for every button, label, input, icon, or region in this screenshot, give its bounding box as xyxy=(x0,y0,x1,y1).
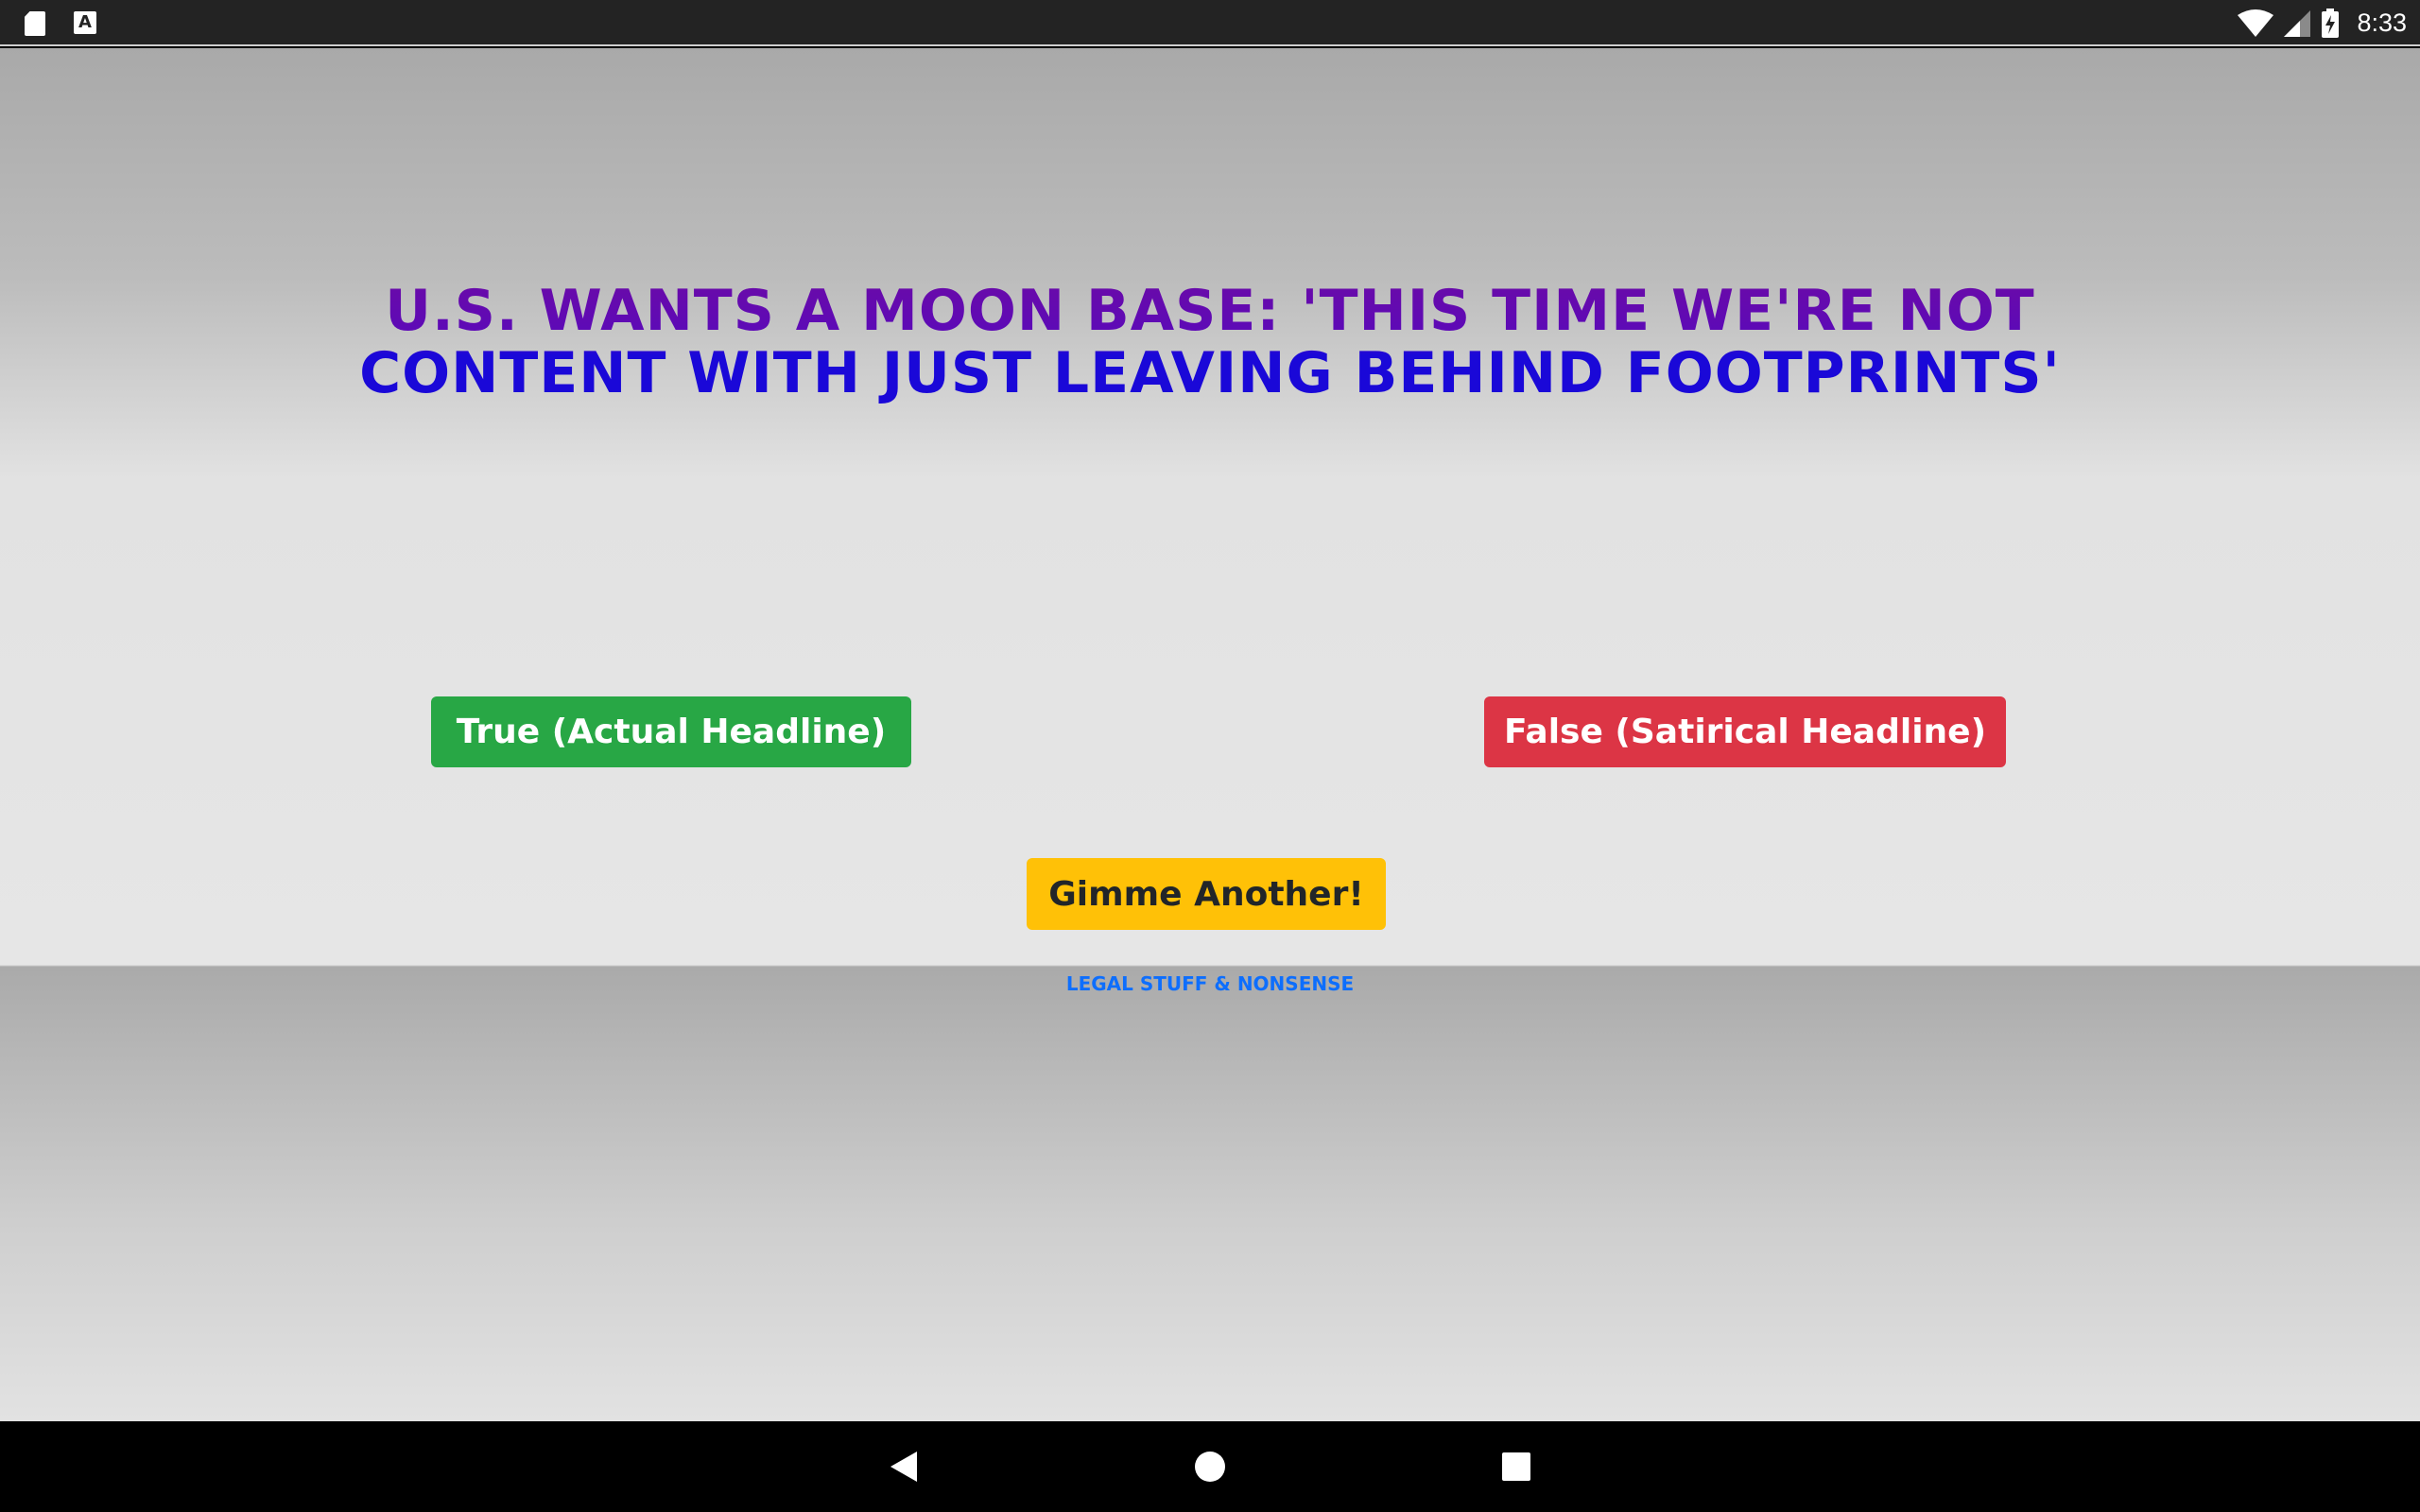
gimme-another-button[interactable]: Gimme Another! xyxy=(1027,858,1386,930)
signal-icon xyxy=(2284,9,2311,37)
wifi-icon xyxy=(2238,9,2274,37)
navigation-bar xyxy=(0,1421,2420,1512)
status-bar: A 8:33 xyxy=(0,0,2420,46)
true-button[interactable]: True (Actual Headline) xyxy=(431,696,911,767)
sd-card-icon xyxy=(25,11,45,36)
quiz-card: U.S. Wants A Moon Base: 'This Time We're… xyxy=(0,48,2420,965)
app-content: U.S. Wants A Moon Base: 'This Time We're… xyxy=(0,48,2420,1421)
false-button[interactable]: False (Satirical Headline) xyxy=(1484,696,2006,767)
back-icon[interactable] xyxy=(887,1450,921,1484)
status-right-group: 8:33 xyxy=(2238,0,2407,46)
legal-link[interactable]: Legal Stuff & Nonsense xyxy=(0,972,2420,995)
a-notification-icon: A xyxy=(74,11,96,34)
battery-charging-icon xyxy=(2322,8,2340,38)
recents-icon[interactable] xyxy=(1499,1450,1533,1484)
home-icon[interactable] xyxy=(1193,1450,1227,1484)
headline: U.S. Wants A Moon Base: 'This Time We're… xyxy=(0,280,2420,404)
status-time: 8:33 xyxy=(2357,9,2407,37)
